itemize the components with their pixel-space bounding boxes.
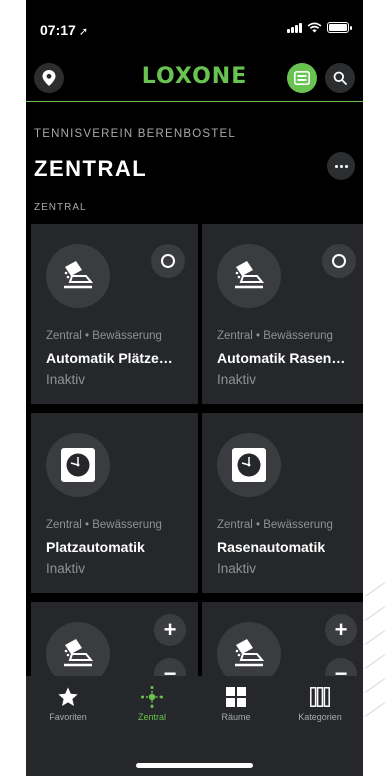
status-time: 07:17 ➚ (40, 22, 88, 38)
tab-bar: Favoriten Zentral Räume Kategorien (26, 676, 363, 776)
irrigation-icon (64, 639, 94, 667)
tab-label: Kategorien (298, 712, 342, 722)
decor-line (364, 606, 385, 621)
status-bar: 07:17 ➚ (26, 0, 363, 50)
increase-button[interactable]: + (325, 614, 357, 646)
star-icon (58, 687, 78, 706)
irrigation-icon (235, 261, 265, 289)
irrigation-icon (235, 639, 265, 667)
clock-time: 07:17 (40, 22, 76, 38)
clock-icon (61, 448, 95, 482)
decor-line (364, 630, 385, 645)
off-ring-icon (161, 254, 175, 268)
tab-label: Räume (221, 712, 251, 722)
irrigation-icon (64, 261, 94, 289)
icon-circle (46, 244, 110, 308)
app-header: LOXONE (26, 56, 363, 102)
cellular-signal-icon (287, 22, 302, 33)
app-screen: 07:17 ➚ LOXONE TENNISVEREIN BERENBOSTEL … (26, 0, 363, 776)
control-card[interactable]: Zentral • Bewässerung Automatik Plätze… … (31, 224, 198, 404)
decor-line (364, 678, 385, 693)
card-meta: Zentral • Bewässerung (217, 519, 333, 531)
icon-circle (46, 433, 110, 497)
icon-circle (217, 244, 281, 308)
tab-label: Favoriten (49, 712, 87, 722)
card-meta: Zentral • Bewässerung (217, 330, 333, 342)
card-name: Automatik Plätze… (46, 350, 173, 366)
more-options-button[interactable] (327, 152, 355, 180)
page-title: ZENTRAL (34, 156, 148, 181)
decor-line (364, 654, 385, 669)
card-meta: Zentral • Bewässerung (46, 330, 162, 342)
left-margin (0, 0, 26, 776)
right-margin (363, 0, 388, 776)
location-arrow-icon: ➚ (78, 26, 89, 38)
card-state: Inaktiv (46, 372, 86, 387)
tab-zentral[interactable]: Zentral (110, 684, 194, 722)
card-meta: Zentral • Bewässerung (46, 519, 162, 531)
grid-icon (226, 687, 246, 707)
wifi-icon (307, 22, 322, 33)
search-button[interactable] (325, 63, 355, 93)
decor-line (364, 582, 385, 597)
control-card[interactable]: Zentral • Bewässerung Platzautomatik Ina… (31, 413, 198, 593)
location-subtitle: TENNISVEREIN BERENBOSTEL (34, 128, 236, 140)
status-icons (287, 22, 352, 33)
decor-line (364, 702, 385, 717)
tab-kategorien[interactable]: Kategorien (278, 684, 362, 722)
tab-label: Zentral (137, 712, 166, 722)
card-view-icon (294, 71, 310, 85)
section-header: ZENTRAL (34, 202, 87, 213)
card-state: Inaktiv (46, 561, 86, 576)
battery-icon (327, 22, 352, 33)
tab-raeume[interactable]: Räume (194, 684, 278, 722)
card-state: Inaktiv (217, 372, 257, 387)
network-icon (141, 686, 163, 708)
card-name: Automatik Rasen… (217, 350, 346, 366)
increase-button[interactable]: + (154, 614, 186, 646)
card-name: Rasenautomatik (217, 539, 326, 555)
home-indicator (136, 763, 253, 768)
control-card[interactable]: Zentral • Bewässerung Rasenautomatik Ina… (202, 413, 363, 593)
card-state: Inaktiv (217, 561, 257, 576)
clock-icon (232, 448, 266, 482)
columns-icon (310, 687, 330, 707)
toggle-button[interactable] (151, 244, 185, 278)
toggle-button[interactable] (322, 244, 356, 278)
icon-circle (217, 433, 281, 497)
view-toggle-button[interactable] (287, 63, 317, 93)
search-icon (333, 71, 347, 85)
control-card[interactable]: Zentral • Bewässerung Automatik Rasen… I… (202, 224, 363, 404)
off-ring-icon (332, 254, 346, 268)
tab-favoriten[interactable]: Favoriten (26, 684, 110, 722)
card-name: Platzautomatik (46, 539, 145, 555)
